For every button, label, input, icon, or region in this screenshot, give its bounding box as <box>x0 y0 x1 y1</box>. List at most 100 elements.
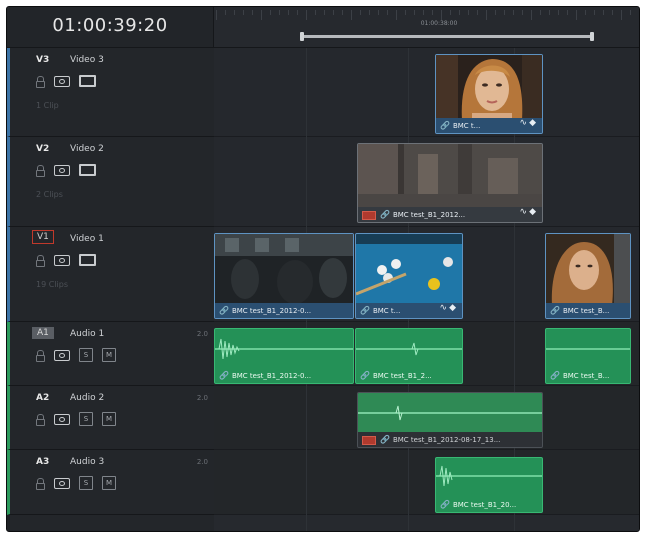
ruler-tick <box>468 10 469 15</box>
link-icon: 🔗 <box>219 306 229 315</box>
video-clip-v3[interactable]: 🔗 BMC t... ∿◆ <box>435 54 543 134</box>
audio-clip-a1-c[interactable]: 🔗 BMC test_B... <box>545 328 631 384</box>
billiards-thumbnail <box>356 234 462 303</box>
ruler-tick <box>549 10 550 15</box>
visibility-icon[interactable] <box>54 413 70 425</box>
link-icon: 🔗 <box>219 371 229 380</box>
channel-format: 2.0 <box>196 458 208 466</box>
ruler-tick <box>225 10 226 15</box>
lane-a3[interactable] <box>214 450 639 515</box>
timeline-ruler[interactable]: 01:00:38:00 <box>214 7 639 48</box>
visibility-icon[interactable] <box>54 477 70 489</box>
track-name[interactable]: Audio 2 <box>70 393 104 403</box>
ruler-tick <box>396 10 397 20</box>
video-clip-v1-a[interactable]: 🔗 BMC test_B1_2012-0... <box>214 233 354 319</box>
zoom-scroll-bar[interactable] <box>300 32 594 41</box>
ruler-tick <box>567 10 568 15</box>
link-icon: 🔗 <box>360 371 370 380</box>
track-id: V2 <box>36 144 50 154</box>
clip-title-bar: 🔗 BMC test_B1_20... <box>436 497 542 512</box>
ruler-tick <box>297 10 298 15</box>
lock-icon[interactable] <box>36 75 45 88</box>
track-header-v1[interactable]: V1 Video 1 19 Clips <box>7 227 217 322</box>
track-name[interactable]: Video 3 <box>70 55 104 65</box>
ruler-tick <box>243 10 244 15</box>
lock-icon[interactable] <box>36 413 45 426</box>
audio-clip-a2[interactable]: 🔗 BMC test_B1_2012-08-17_13... <box>357 392 543 448</box>
clip-name: BMC test_B1_2012-0... <box>231 372 312 380</box>
ruler-tick <box>459 10 460 15</box>
ruler-tick <box>252 10 253 15</box>
lock-icon[interactable] <box>36 477 45 490</box>
clip-title-bar: 🔗 BMC t... ∿◆ <box>436 118 542 133</box>
curve-keyframe-icons: ∿◆ <box>519 118 538 128</box>
ruler-tick <box>612 10 613 15</box>
ruler-tick <box>450 10 451 15</box>
lock-icon[interactable] <box>36 349 45 362</box>
track-header-v2[interactable]: V2 Video 2 2 Clips <box>7 137 217 227</box>
clip-count: 1 Clip <box>36 101 59 110</box>
visibility-icon[interactable] <box>54 75 70 87</box>
track-id: V3 <box>36 55 50 65</box>
ruler-tick <box>423 10 424 15</box>
audio-clip-a3[interactable]: 🔗 BMC test_B1_20... <box>435 457 543 513</box>
track-id-destination[interactable]: A1 <box>32 327 54 339</box>
mute-button[interactable]: M <box>102 348 116 362</box>
solo-button[interactable]: S <box>79 348 93 362</box>
visibility-icon[interactable] <box>54 164 70 176</box>
monitor-icon[interactable] <box>79 164 96 176</box>
ruler-tick <box>261 10 262 20</box>
record-icon <box>362 210 376 220</box>
ruler-tick <box>216 10 217 20</box>
ruler-tick <box>603 10 604 15</box>
timecode-display[interactable]: 01:00:39:20 <box>7 15 213 36</box>
monitor-icon[interactable] <box>79 75 96 87</box>
clip-title-bar: 🔗 BMC test_B... <box>546 368 630 383</box>
ruler-tick <box>522 10 523 15</box>
link-icon: 🔗 <box>360 306 370 315</box>
clip-title-bar: 🔗 BMC test_B... <box>546 303 630 318</box>
mute-button[interactable]: M <box>102 476 116 490</box>
mute-button[interactable]: M <box>102 412 116 426</box>
timeline-tracks-area[interactable]: 🔗 BMC t... ∿◆ 🔗 BMC test_B1_2012... ∿◆ 🔗… <box>214 48 639 531</box>
ruler-tick <box>387 10 388 15</box>
lock-icon[interactable] <box>36 164 45 177</box>
ruler-tick <box>594 10 595 15</box>
audio-waveform <box>358 393 542 433</box>
clip-title-bar: 🔗 BMC test_B1_2... <box>356 368 462 383</box>
lock-icon[interactable] <box>36 254 45 267</box>
ruler-tick <box>504 10 505 15</box>
ruler-tick <box>432 10 433 15</box>
monitor-icon[interactable] <box>79 254 96 266</box>
ruler-tick <box>621 10 622 20</box>
video-clip-v2[interactable]: 🔗 BMC test_B1_2012... ∿◆ <box>357 143 543 223</box>
record-icon <box>362 435 376 445</box>
lane-v3[interactable] <box>214 48 639 137</box>
clip-count: 19 Clips <box>36 280 68 289</box>
video-clip-v1-b[interactable]: 🔗 BMC t... ∿◆ <box>355 233 463 319</box>
clip-name: BMC test_B1_2012... <box>392 211 466 219</box>
track-header-a1[interactable]: A1 Audio 1 2.0 S M <box>7 322 217 386</box>
ruler-tick <box>513 10 514 15</box>
video-clip-v1-c[interactable]: 🔗 BMC test_B... <box>545 233 631 319</box>
track-header-a3[interactable]: A3 Audio 3 2.0 S M <box>7 450 217 515</box>
solo-button[interactable]: S <box>79 476 93 490</box>
visibility-icon[interactable] <box>54 254 70 266</box>
ruler-tick <box>585 10 586 15</box>
track-name[interactable]: Audio 3 <box>70 457 104 467</box>
track-name[interactable]: Audio 1 <box>70 329 104 339</box>
timeline-window: 01:00:39:20 01:00:38:00 V3 Video 3 1 Cli… <box>6 6 640 532</box>
track-header-a2[interactable]: A2 Audio 2 2.0 S M <box>7 386 217 450</box>
ruler-tick <box>495 10 496 15</box>
track-name[interactable]: Video 2 <box>70 144 104 154</box>
track-name[interactable]: Video 1 <box>70 234 104 244</box>
track-id-destination[interactable]: V1 <box>32 230 54 244</box>
visibility-icon[interactable] <box>54 349 70 361</box>
audio-clip-a1-a[interactable]: 🔗 BMC test_B1_2012-0... <box>214 328 354 384</box>
solo-button[interactable]: S <box>79 412 93 426</box>
ruler-tick <box>306 10 307 20</box>
ruler-tick <box>378 10 379 15</box>
woman-thumbnail <box>546 234 630 303</box>
audio-clip-a1-b[interactable]: 🔗 BMC test_B1_2... <box>355 328 463 384</box>
track-header-v3[interactable]: V3 Video 3 1 Clip <box>7 48 217 137</box>
